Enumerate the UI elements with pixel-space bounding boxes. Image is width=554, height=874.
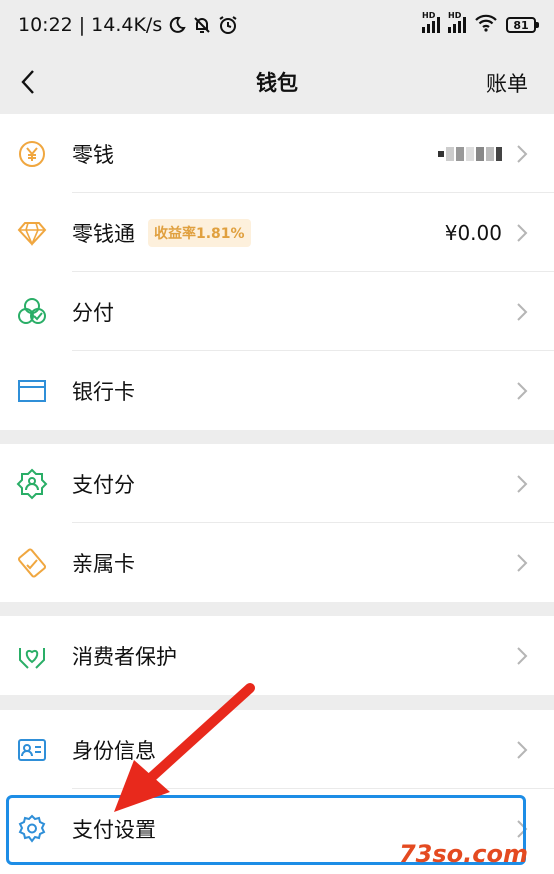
battery-level: 81 (513, 18, 529, 32)
chevron-right-icon (517, 474, 528, 493)
row-fenfu[interactable]: 分付 (0, 272, 554, 351)
yield-badge: 收益率1.81% (148, 218, 251, 247)
payscore-icon (16, 468, 48, 500)
chevron-right-icon (517, 740, 528, 759)
row-lingqiantong[interactable]: 零钱通 收益率1.81% ¥0.00 (0, 193, 554, 272)
chevron-right-icon (517, 144, 528, 163)
status-speed: 14.4K/s (91, 14, 163, 36)
diamond-icon (16, 217, 48, 249)
wifi-icon (474, 14, 498, 36)
red-arrow-icon (114, 683, 255, 812)
battery-icon: 81 (506, 17, 539, 33)
status-bar: 10:22 | 14.4K/s HD HD 81 (0, 0, 554, 50)
masked-balance (438, 146, 502, 161)
row-label: 银行卡 (72, 379, 135, 404)
row-label: 亲属卡 (72, 551, 135, 576)
chevron-right-icon (517, 646, 528, 665)
row-payscore[interactable]: 支付分 (0, 444, 554, 523)
consumer-protection-icon (16, 640, 48, 672)
chevron-right-icon (517, 381, 528, 400)
protection-group: 消费者保护 (0, 616, 554, 695)
fenfu-icon (16, 296, 48, 328)
yuan-coin-icon (16, 138, 48, 170)
chevron-right-icon (517, 302, 528, 321)
signal-icon-2: HD (448, 11, 466, 33)
row-label: 零钱通 (72, 221, 135, 246)
chevron-left-icon (21, 70, 34, 94)
row-value: ¥0.00 (444, 220, 502, 245)
alarm-icon (218, 15, 238, 35)
nav-bar: 钱包 账单 (0, 50, 554, 114)
chevron-right-icon (517, 553, 528, 572)
hd-label: HD (422, 11, 436, 20)
status-left: 10:22 | 14.4K/s (18, 14, 238, 36)
signal-icon: HD (422, 11, 440, 33)
row-label: 分付 (72, 300, 114, 325)
id-card-icon (16, 734, 48, 766)
family-card-icon (16, 547, 48, 579)
status-time: 10:22 (18, 14, 73, 36)
moon-icon (168, 16, 186, 34)
row-consumer-protection[interactable]: 消费者保护 (0, 616, 554, 695)
row-label: 零钱 (72, 142, 114, 167)
chevron-right-icon (517, 223, 528, 242)
row-identity[interactable]: 身份信息 (0, 710, 554, 789)
status-separator: | (78, 14, 86, 36)
wallet-group: 零钱 零钱通 收益率1.81% ¥0.00 分付 银行卡 (0, 114, 554, 430)
row-bank-card[interactable]: 银行卡 (0, 351, 554, 430)
row-label: 消费者保护 (72, 644, 177, 669)
bill-button[interactable]: 账单 (486, 68, 528, 98)
hd-label: HD (448, 11, 462, 20)
row-change[interactable]: 零钱 (0, 114, 554, 193)
score-group: 支付分 亲属卡 (0, 444, 554, 602)
page-title: 钱包 (256, 71, 298, 95)
silent-icon (192, 15, 212, 35)
status-right: HD HD 81 (422, 11, 539, 36)
row-label: 支付分 (72, 472, 135, 497)
row-family-card[interactable]: 亲属卡 (0, 523, 554, 602)
back-button[interactable] (10, 64, 46, 100)
bank-card-icon (16, 375, 48, 407)
watermark: 73so.com (398, 840, 528, 868)
